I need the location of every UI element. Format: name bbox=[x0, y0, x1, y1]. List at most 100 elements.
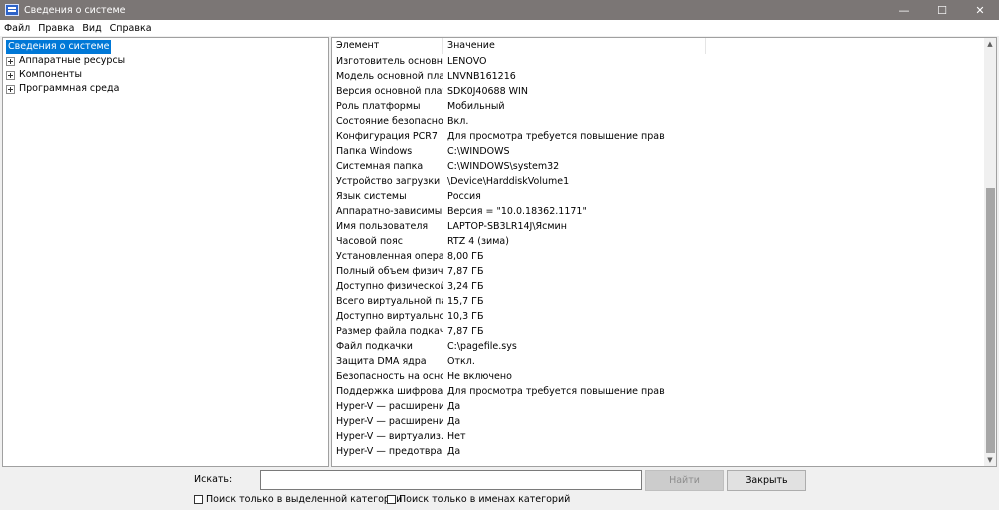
table-row[interactable]: Доступно виртуально... 10,3 ГБ bbox=[332, 309, 984, 324]
table-row[interactable]: Имя пользователя LAPTOP-SB3LR14J\Ясмин bbox=[332, 219, 984, 234]
row-item-cell: Версия основной платы bbox=[336, 86, 443, 97]
row-item-cell: Размер файла подкачки bbox=[336, 326, 443, 337]
row-value-cell: LNVNB161216 bbox=[447, 71, 516, 82]
close-button[interactable]: Закрыть bbox=[727, 470, 806, 491]
table-row[interactable]: Состояние безопасно... Вкл. bbox=[332, 114, 984, 129]
table-row[interactable]: Всего виртуальной па... 15,7 ГБ bbox=[332, 294, 984, 309]
tree-item-system-summary[interactable]: Сведения о системе bbox=[3, 40, 328, 54]
expand-plus-icon[interactable] bbox=[6, 56, 15, 66]
window-controls: — ☐ ✕ bbox=[885, 0, 999, 20]
search-input[interactable] bbox=[260, 470, 642, 490]
search-panel: Искать: Найти Закрыть Поиск только в выд… bbox=[0, 467, 999, 510]
table-row[interactable]: Папка Windows C:\WINDOWS bbox=[332, 144, 984, 159]
table-row[interactable]: Язык системы Россия bbox=[332, 189, 984, 204]
row-item-cell: Папка Windows bbox=[336, 146, 413, 157]
row-item-cell: Защита DMA ядра bbox=[336, 356, 427, 367]
row-item-cell: Hyper-V — расширени... bbox=[336, 401, 443, 412]
row-item-cell: Установленная операт... bbox=[336, 251, 443, 262]
table-row[interactable]: Hyper-V — расширени... Да bbox=[332, 399, 984, 414]
close-window-button[interactable]: ✕ bbox=[961, 0, 999, 20]
row-item-cell: Устройство загрузки bbox=[336, 176, 441, 187]
tree-item-label: Сведения о системе bbox=[6, 40, 112, 54]
table-row[interactable]: Защита DMA ядра Откл. bbox=[332, 354, 984, 369]
table-row[interactable]: Аппаратно-зависимы... Версия = "10.0.1836… bbox=[332, 204, 984, 219]
table-row[interactable]: Полный объем физич... 7,87 ГБ bbox=[332, 264, 984, 279]
tree-item-label: Компоненты bbox=[19, 69, 83, 80]
checkbox-label: Поиск только в именах категорий bbox=[399, 494, 571, 505]
tree-item-label: Программная среда bbox=[19, 83, 120, 94]
table-row[interactable]: Устройство загрузки \Device\HarddiskVolum… bbox=[332, 174, 984, 189]
table-row[interactable]: Часовой пояс RTZ 4 (зима) bbox=[332, 234, 984, 249]
window-title: Сведения о системе bbox=[24, 4, 126, 16]
table-row[interactable]: Версия основной платы SDK0J40688 WIN bbox=[332, 84, 984, 99]
row-item-cell: Конфигурация PCR7 bbox=[336, 131, 438, 142]
table-row[interactable]: Hyper-V — расширени... Да bbox=[332, 414, 984, 429]
checkbox-box[interactable] bbox=[387, 495, 396, 504]
tree-item-hardware-resources[interactable]: Аппаратные ресурсы bbox=[3, 54, 328, 68]
tree-item-label: Аппаратные ресурсы bbox=[19, 55, 126, 66]
search-selected-category-checkbox[interactable]: Поиск только в выделенной категории bbox=[194, 494, 402, 505]
table-row[interactable]: Изготовитель основно... LENOVO bbox=[332, 54, 984, 69]
table-row[interactable]: Установленная операт... 8,00 ГБ bbox=[332, 249, 984, 264]
title-bar: Сведения о системе — ☐ ✕ bbox=[0, 0, 999, 20]
row-value-cell: 10,3 ГБ bbox=[447, 311, 484, 322]
row-value-cell: LENOVO bbox=[447, 56, 487, 67]
row-value-cell: RTZ 4 (зима) bbox=[447, 236, 509, 247]
details-rows: Изготовитель основно... LENOVO Модель осно… bbox=[332, 54, 984, 459]
search-category-names-checkbox[interactable]: Поиск только в именах категорий bbox=[387, 494, 570, 505]
find-button[interactable]: Найти bbox=[645, 470, 724, 491]
menu-file[interactable]: Файл bbox=[0, 23, 34, 34]
category-tree[interactable]: Сведения о системе Аппаратные ресурсы Ко… bbox=[2, 37, 329, 467]
system-info-app-icon bbox=[5, 4, 19, 16]
table-row[interactable]: Системная папка C:\WINDOWS\system32 bbox=[332, 159, 984, 174]
table-row[interactable]: Роль платформы Мобильный bbox=[332, 99, 984, 114]
row-value-cell: SDK0J40688 WIN bbox=[447, 86, 528, 97]
list-header: Элемент Значение bbox=[332, 38, 996, 54]
table-row[interactable]: Конфигурация PCR7 Для просмотра требуется… bbox=[332, 129, 984, 144]
row-value-cell: Откл. bbox=[447, 356, 475, 367]
row-value-cell: 7,87 ГБ bbox=[447, 266, 484, 277]
column-header-value[interactable]: Значение bbox=[443, 38, 706, 54]
menu-edit[interactable]: Правка bbox=[34, 23, 78, 34]
row-item-cell: Модель основной пла... bbox=[336, 71, 443, 82]
tree-item-software-environment[interactable]: Программная среда bbox=[3, 82, 328, 96]
menu-help[interactable]: Справка bbox=[106, 23, 156, 34]
row-value-cell: Мобильный bbox=[447, 101, 505, 112]
table-row[interactable]: Безопасность на осно... Не включено bbox=[332, 369, 984, 384]
scroll-up-arrow-icon[interactable]: ▲ bbox=[984, 38, 996, 50]
row-item-cell: Поддержка шифрован... bbox=[336, 386, 443, 397]
search-label: Искать: bbox=[194, 474, 233, 485]
column-header-item[interactable]: Элемент bbox=[332, 38, 443, 54]
table-row[interactable]: Модель основной пла... LNVNB161216 bbox=[332, 69, 984, 84]
expand-plus-icon[interactable] bbox=[6, 70, 15, 80]
row-item-cell: Hyper-V — виртуализ... bbox=[336, 431, 443, 442]
tree-item-components[interactable]: Компоненты bbox=[3, 68, 328, 82]
row-item-cell: Безопасность на осно... bbox=[336, 371, 443, 382]
scrollbar-thumb[interactable] bbox=[986, 188, 995, 453]
checkbox-box[interactable] bbox=[194, 495, 203, 504]
row-item-cell: Системная папка bbox=[336, 161, 424, 172]
row-value-cell: Для просмотра требуется повышение прав bbox=[447, 386, 665, 397]
menu-view[interactable]: Вид bbox=[78, 23, 105, 34]
table-row[interactable]: Размер файла подкачки 7,87 ГБ bbox=[332, 324, 984, 339]
row-value-cell: C:\pagefile.sys bbox=[447, 341, 517, 352]
table-row[interactable]: Поддержка шифрован... Для просмотра требу… bbox=[332, 384, 984, 399]
table-row[interactable]: Доступно физической ... 3,24 ГБ bbox=[332, 279, 984, 294]
table-row[interactable]: Файл подкачки C:\pagefile.sys bbox=[332, 339, 984, 354]
row-item-cell: Доступно виртуально... bbox=[336, 311, 443, 322]
maximize-button[interactable]: ☐ bbox=[923, 0, 961, 20]
row-item-cell: Имя пользователя bbox=[336, 221, 429, 232]
scroll-down-arrow-icon[interactable]: ▼ bbox=[984, 454, 996, 466]
minimize-button[interactable]: — bbox=[885, 0, 923, 20]
expand-plus-icon[interactable] bbox=[6, 84, 15, 94]
row-item-cell: Всего виртуальной па... bbox=[336, 296, 443, 307]
table-row[interactable]: Hyper-V — предотвра... Да bbox=[332, 444, 984, 459]
row-value-cell: \Device\HarddiskVolume1 bbox=[447, 176, 570, 187]
details-list: Элемент Значение Изготовитель основно...… bbox=[331, 37, 997, 467]
table-row[interactable]: Hyper-V — виртуализ... Нет bbox=[332, 429, 984, 444]
row-value-cell: 7,87 ГБ bbox=[447, 326, 484, 337]
row-value-cell: Не включено bbox=[447, 371, 512, 382]
row-item-cell: Аппаратно-зависимы... bbox=[336, 206, 443, 217]
row-value-cell: Да bbox=[447, 401, 461, 412]
vertical-scrollbar[interactable]: ▲ ▼ bbox=[984, 38, 996, 466]
